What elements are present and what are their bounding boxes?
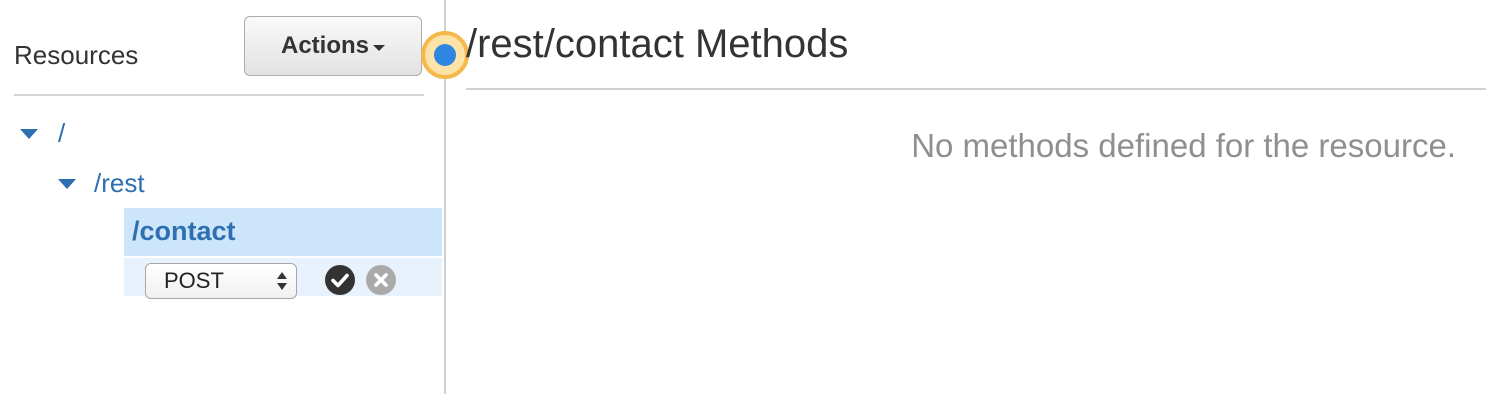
tree-item-rest-link[interactable]: /rest [94,168,145,199]
http-method-select[interactable]: POST [145,263,297,299]
http-method-value: POST [164,268,224,293]
tree-item-root-link[interactable]: / [58,118,65,149]
pointer-dot [434,44,456,66]
actions-button[interactable]: Actions [244,16,422,76]
check-circle-icon[interactable] [325,265,355,295]
actions-button-label: Actions [280,32,369,59]
empty-methods-message: No methods defined for the resource. [911,127,1456,164]
tree-item-contact-link[interactable]: /contact [132,216,236,247]
chevron-down-icon [373,44,385,51]
close-circle-icon[interactable] [366,265,396,295]
resources-heading: Resources [14,40,139,70]
tree-item-rest: /rest [58,168,145,199]
title-divider [466,88,1486,90]
sidebar-divider [14,94,424,96]
resources-panel: Resources Actions / /rest /contact POST [0,0,444,394]
tree-expand-icon[interactable] [58,178,76,189]
tree-expand-icon[interactable] [20,128,38,139]
select-arrows-icon [277,271,287,291]
tree-item-root: / [20,118,65,149]
page-title: /rest/contact Methods [466,22,849,66]
